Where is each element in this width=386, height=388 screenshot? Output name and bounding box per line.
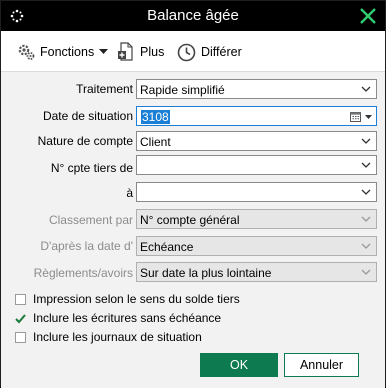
chevron-down-icon: [361, 86, 371, 92]
checkbox-checked[interactable]: [15, 313, 26, 324]
traitement-select[interactable]: Rapide simplifié: [136, 79, 377, 99]
calendar-icon[interactable]: [350, 111, 361, 122]
date-situation-value: 3108: [141, 110, 170, 124]
option-label: Inclure les journaux de situation: [33, 330, 202, 344]
defer-button[interactable]: Différer: [177, 41, 242, 63]
chevron-down-icon: [361, 138, 371, 144]
option-label: Inclure les écritures sans échéance: [33, 311, 222, 325]
title-bar: Balance âgée: [1, 1, 385, 31]
plus-label: Plus: [140, 45, 165, 59]
cpte-tiers-de-label: N° cpte tiers de: [50, 161, 133, 175]
close-icon[interactable]: [357, 5, 379, 27]
functions-label: Fonctions: [40, 45, 95, 59]
nature-compte-value: Client: [140, 135, 171, 149]
option-label: Impression selon le sens du solde tiers: [33, 292, 240, 306]
chevron-down-icon: [361, 189, 371, 195]
chevron-down-icon: [361, 162, 371, 168]
reglements-label: Règlements/avoirs: [33, 266, 133, 280]
nature-compte-select[interactable]: Client: [136, 131, 377, 151]
chevron-down-icon: [361, 269, 371, 275]
chevron-down-icon: [361, 243, 371, 249]
functions-menu-button[interactable]: Fonctions: [17, 41, 109, 63]
chevron-down-icon: [361, 216, 371, 222]
caret-down-icon[interactable]: [365, 115, 372, 120]
form-area: Traitement Rapide simplifié Date de situ…: [1, 72, 385, 388]
apres-date-label: D'après la date d': [40, 239, 133, 253]
toolbar: Fonctions Plus Différer: [1, 32, 385, 71]
date-situation-input[interactable]: 3108: [136, 106, 377, 126]
plus-button[interactable]: Plus: [118, 41, 164, 63]
ok-button[interactable]: OK: [200, 353, 278, 377]
reglements-select: Sur date la plus lointaine: [136, 262, 377, 282]
cpte-tiers-de-select[interactable]: [136, 155, 377, 175]
date-situation-label: Date de situation: [42, 109, 133, 123]
cpte-tiers-a-label: à: [126, 186, 133, 200]
checkbox[interactable]: [15, 331, 26, 343]
classement-label: Classement par: [48, 213, 133, 227]
checkmark-icon: [15, 313, 26, 323]
classement-value: N° compte général: [140, 213, 240, 227]
gears-icon: [18, 44, 35, 60]
option-inclure-journaux-situation[interactable]: Inclure les journaux de situation: [15, 330, 202, 344]
traitement-label: Traitement: [76, 82, 133, 96]
cancel-button[interactable]: Annuler: [284, 353, 359, 377]
traitement-value: Rapide simplifié: [140, 83, 225, 97]
reglements-value: Sur date la plus lointaine: [140, 266, 272, 280]
document-plus-icon: [118, 42, 133, 61]
apres-date-value: Echéance: [140, 240, 194, 254]
classement-select: N° compte général: [136, 209, 377, 229]
window-title: Balance âgée: [147, 7, 239, 24]
balance-agee-dialog: Balance âgée Fonctions Plus Différer Tra…: [0, 0, 386, 388]
clock-icon: [177, 43, 196, 61]
option-inclure-sans-echeance[interactable]: Inclure les écritures sans échéance: [15, 311, 221, 325]
cpte-tiers-a-select[interactable]: [136, 182, 377, 202]
checkbox[interactable]: [15, 293, 26, 305]
nature-compte-label: Nature de compte: [37, 134, 133, 148]
apres-date-select: Echéance: [136, 236, 377, 256]
defer-label: Différer: [201, 45, 242, 59]
caret-down-icon: [99, 49, 109, 54]
option-impression-sens-solde[interactable]: Impression selon le sens du solde tiers: [15, 292, 240, 306]
